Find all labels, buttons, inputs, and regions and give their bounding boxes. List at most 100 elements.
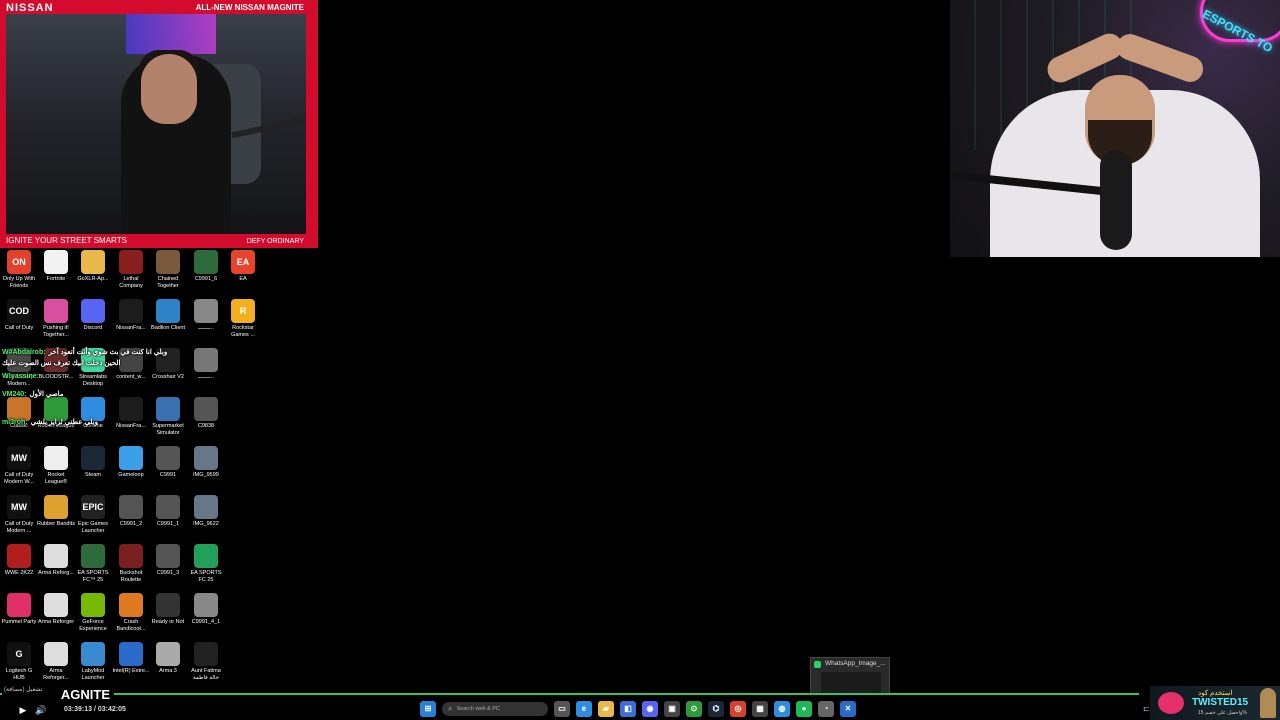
discord-icon[interactable]: ◉ — [642, 701, 658, 717]
desktop-icon[interactable]: Arma Reforger — [37, 593, 75, 641]
desktop-icon-label: GoXLR-Ap... — [77, 276, 109, 282]
desktop-icon[interactable]: ON Only Up With Friends — [0, 250, 38, 298]
desktop-icon[interactable]: C9991 — [149, 446, 187, 494]
browser-icon[interactable]: ◍ — [774, 701, 790, 717]
desktop-icon[interactable]: Fortnite — [37, 250, 75, 298]
desktop-icon-label: Ready or Not — [151, 619, 185, 625]
desktop-icon[interactable]: IMG_9599 — [187, 446, 225, 494]
desktop-icon-label: IMG_9599 — [193, 472, 219, 478]
desktop-icon[interactable]: MW Call of Duty Modern W... — [0, 446, 38, 494]
desktop-icon[interactable]: G Logitech G HUB — [0, 642, 38, 690]
desktop-icon[interactable]: Rubber Bandits — [37, 495, 75, 543]
desktop-icon[interactable]: EA EA — [224, 250, 262, 298]
desktop-icon-label: Call of Duty — [4, 325, 34, 331]
desktop-icon-label: EA — [239, 276, 247, 282]
clock-icon[interactable]: ◔ — [818, 701, 834, 717]
video-time: 03:39:13 / 03:42:05 — [64, 706, 126, 713]
desktop-icon[interactable]: Steam — [74, 446, 112, 494]
start-icon[interactable]: ⊞ — [420, 701, 436, 717]
desktop-icon-label: Badlion Client — [151, 325, 185, 331]
spotify-icon[interactable]: ● — [796, 701, 812, 717]
steam-icon[interactable]: ⌬ — [708, 701, 724, 717]
app-icon — [156, 250, 180, 274]
desktop-icon[interactable]: EA SPORTS FC™ 25 — [74, 544, 112, 592]
desktop-icon-label: GeForce Experience — [79, 619, 107, 632]
desktop-icon[interactable]: NissanFra... — [112, 397, 150, 445]
desktop-icon[interactable]: LabyMod Launcher — [74, 642, 112, 690]
desktop-icon[interactable]: Supermarket Simulator — [149, 397, 187, 445]
desktop-icon[interactable]: C9991_4_1 — [187, 593, 225, 641]
desktop-icon[interactable]: C9991_6 — [187, 250, 225, 298]
whatsapp-taskbar-preview[interactable]: WhatsApp_Image_... — [810, 657, 890, 695]
desktop-icon[interactable]: EPIC Epic Games Launcher — [74, 495, 112, 543]
desktop-icon-label: Discord — [83, 325, 103, 331]
app-icon: EPIC — [81, 495, 105, 519]
desktop-icon-label: Rockstar Games ... — [231, 325, 255, 338]
tagline-text: DEFY ORDINARY — [246, 238, 304, 245]
desktop-icon[interactable]: MW Call of Duty Modern ... — [0, 495, 38, 543]
right-webcam-feed: ESPORTS TO — [950, 0, 1280, 257]
app-icon — [44, 250, 68, 274]
desktop-icon[interactable]: GeForce Experience — [74, 593, 112, 641]
desktop-icon[interactable]: Arma Reforg... — [37, 544, 75, 592]
capture-icon[interactable]: ✕ — [840, 701, 856, 717]
task-view-icon[interactable]: ▭ — [554, 701, 570, 717]
desktop-icon[interactable]: Rocket League® — [37, 446, 75, 494]
video-progress-bar[interactable] — [0, 693, 1139, 695]
desktop-icon-label: BLOODSTR... — [38, 374, 74, 380]
desktop-icon[interactable]: Lethal Company — [112, 250, 150, 298]
app-icon — [119, 544, 143, 568]
desktop-icon[interactable]: ـــــــ... — [187, 348, 225, 396]
app-icon[interactable]: ▣ — [664, 701, 680, 717]
app-icon — [156, 299, 180, 323]
desktop-icon-label: Arma Reforger... — [43, 668, 69, 681]
desktop-icon-label: NissanFra... — [116, 325, 146, 331]
desktop-icon[interactable]: Intel(R) Extre... — [112, 642, 150, 690]
desktop-icon[interactable]: Arma Reforger... — [37, 642, 75, 690]
chat-username: W!yassine: — [2, 373, 39, 380]
desktop-icon[interactable]: Pushing it! Together... — [37, 299, 75, 347]
file-explorer-icon[interactable]: ▰ — [598, 701, 614, 717]
store-icon[interactable]: ◧ — [620, 701, 636, 717]
app-icon — [81, 544, 105, 568]
desktop-icon[interactable]: Aunt Fatima خالة فاطمة — [187, 642, 225, 690]
desktop-icon[interactable]: WWE 2K22 — [0, 544, 38, 592]
xbox-icon[interactable]: ⊙ — [686, 701, 702, 717]
desktop-icon-label: C9991 — [159, 472, 177, 478]
preview-title: WhatsApp_Image_... — [825, 660, 886, 667]
left-webcam-overlay: NISSAN ALL-NEW NISSAN MAGNITE IGNITE YOU… — [0, 0, 318, 248]
desktop-icon[interactable]: EA SPORTS FC 25 — [187, 544, 225, 592]
desktop-icon[interactable]: Badlion Client — [149, 299, 187, 347]
desktop-icon[interactable]: Arma 3 — [149, 642, 187, 690]
desktop-icon[interactable]: C9991_3 — [149, 544, 187, 592]
desktop-icon[interactable]: R Rockstar Games ... — [224, 299, 262, 347]
app-icon — [119, 250, 143, 274]
desktop-icon[interactable]: C9838 — [187, 397, 225, 445]
taskbar-search-input[interactable]: ⌕ Search web & PC — [442, 702, 548, 716]
desktop-icon[interactable]: Ready or Not — [149, 593, 187, 641]
desktop-icon[interactable]: Discord — [74, 299, 112, 347]
desktop-icon[interactable]: Gameloop — [112, 446, 150, 494]
desktop-icon[interactable]: Chained Together — [149, 250, 187, 298]
desktop-icon[interactable]: NissanFra... — [112, 299, 150, 347]
desktop-icon-label: C9991_4_1 — [191, 619, 221, 625]
system-tray-icon[interactable]: ⊏ — [1143, 704, 1150, 713]
app-icon — [194, 348, 218, 372]
desktop-icon[interactable]: Buckshot Roulette — [112, 544, 150, 592]
app-icon: MW — [7, 446, 31, 470]
desktop-icon[interactable]: GoXLR-Ap... — [74, 250, 112, 298]
app-icon — [156, 446, 180, 470]
desktop-icon[interactable]: Pummel Party — [0, 593, 38, 641]
monitor-icon[interactable]: ▦ — [752, 701, 768, 717]
desktop-icon[interactable]: COD Call of Duty — [0, 299, 38, 347]
desktop-icon[interactable]: ـــــــ... — [187, 299, 225, 347]
play-icon[interactable]: ▶ — [14, 701, 32, 719]
desktop-icon[interactable]: Crash Bandicoot... — [112, 593, 150, 641]
desktop-icon[interactable]: C9991_2 — [112, 495, 150, 543]
chrome-icon[interactable]: ◎ — [730, 701, 746, 717]
desktop-icon[interactable]: IMG_9622 — [187, 495, 225, 543]
desktop-icon[interactable]: C9991_1 — [149, 495, 187, 543]
edge-icon[interactable]: e — [576, 701, 592, 717]
app-icon — [194, 495, 218, 519]
volume-icon[interactable]: 🔊 — [32, 701, 50, 719]
